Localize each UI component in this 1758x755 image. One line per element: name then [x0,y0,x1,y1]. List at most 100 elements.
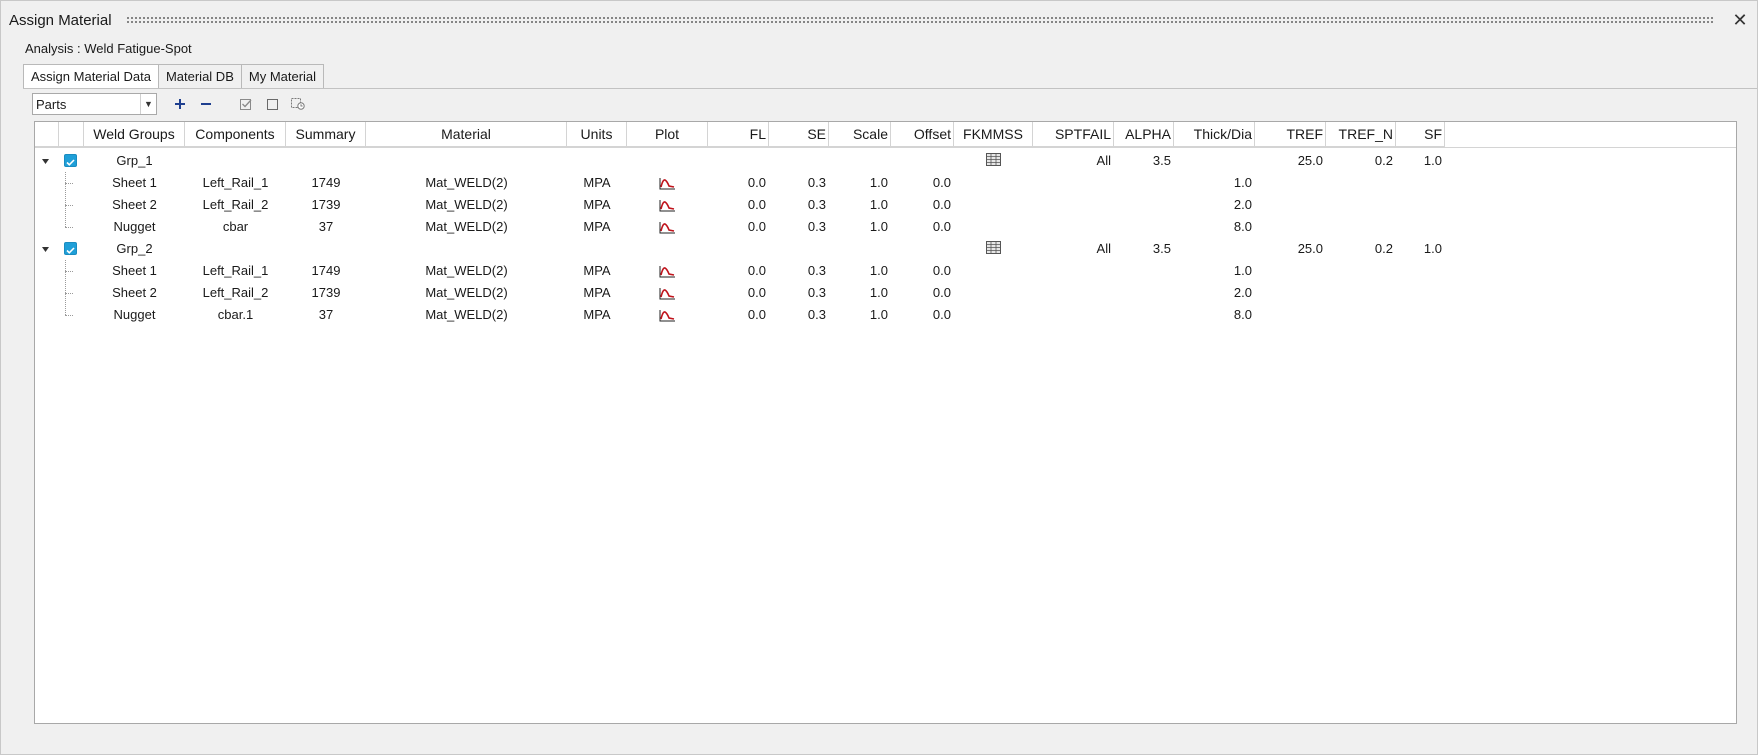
component-cell[interactable]: Left_Rail_2 [185,282,286,304]
component-cell[interactable]: Left_Rail_1 [185,172,286,194]
weld-name-cell[interactable]: Sheet 1 [84,260,185,282]
header-thick-dia[interactable]: Thick/Dia [1174,122,1255,147]
offset-cell[interactable]: 0.0 [891,194,954,216]
fl-cell[interactable]: 0.0 [708,260,769,282]
close-icon[interactable]: ✕ [1729,10,1751,31]
scale-cell[interactable]: 1.0 [829,304,891,326]
tref-n-cell[interactable]: 0.2 [1326,238,1396,260]
offset-cell[interactable]: 0.0 [891,282,954,304]
header-scale[interactable]: Scale [829,122,891,147]
header-se[interactable]: SE [769,122,829,147]
material-cell[interactable]: Mat_WELD(2) [366,282,567,304]
offset-cell[interactable]: 0.0 [891,304,954,326]
offset-cell[interactable]: 0.0 [891,216,954,238]
entity-type-select[interactable]: Parts ▼ [32,93,157,115]
header-alpha[interactable]: ALPHA [1114,122,1174,147]
units-cell[interactable]: MPA [567,216,627,238]
check-all-icon[interactable] [235,93,257,115]
se-cell[interactable]: 0.3 [769,260,829,282]
alpha-cell[interactable]: 3.5 [1114,150,1174,172]
scale-cell[interactable]: 1.0 [829,260,891,282]
units-cell[interactable]: MPA [567,194,627,216]
header-summary[interactable]: Summary [286,122,366,147]
material-cell[interactable]: Mat_WELD(2) [366,194,567,216]
thick-dia-cell[interactable]: 1.0 [1174,260,1255,282]
fl-cell[interactable]: 0.0 [708,304,769,326]
table-icon[interactable] [986,153,1001,166]
group-name[interactable]: Grp_2 [84,238,185,260]
header-components[interactable]: Components [185,122,286,147]
group-name[interactable]: Grp_1 [84,150,185,172]
header-offset[interactable]: Offset [891,122,954,147]
tab-assign-material-data[interactable]: Assign Material Data [23,64,159,89]
plus-icon[interactable] [169,93,191,115]
material-cell[interactable]: Mat_WELD(2) [366,260,567,282]
sn-curve-plot-icon[interactable] [659,265,675,278]
units-cell[interactable]: MPA [567,304,627,326]
sptfail-cell[interactable]: All [1033,150,1114,172]
weld-name-cell[interactable]: Nugget [84,304,185,326]
header-weld-groups[interactable]: Weld Groups [84,122,185,147]
fl-cell[interactable]: 0.0 [708,194,769,216]
material-cell[interactable]: Mat_WELD(2) [366,216,567,238]
offset-cell[interactable]: 0.0 [891,260,954,282]
header-material[interactable]: Material [366,122,567,147]
component-cell[interactable]: Left_Rail_2 [185,194,286,216]
thick-dia-cell[interactable]: 8.0 [1174,304,1255,326]
tab-my-material[interactable]: My Material [240,64,325,88]
units-cell[interactable]: MPA [567,260,627,282]
scale-cell[interactable]: 1.0 [829,216,891,238]
component-cell[interactable]: cbar [185,216,286,238]
thick-dia-cell[interactable]: 2.0 [1174,194,1255,216]
tref-cell[interactable]: 25.0 [1255,150,1326,172]
sn-curve-plot-icon[interactable] [659,221,675,234]
header-sf[interactable]: SF [1396,122,1445,147]
fl-cell[interactable]: 0.0 [708,216,769,238]
sn-curve-plot-icon[interactable] [659,177,675,190]
header-fkmmss[interactable]: FKMMSS [954,122,1033,147]
sn-curve-plot-icon[interactable] [659,287,675,300]
header-plot[interactable]: Plot [627,122,708,147]
se-cell[interactable]: 0.3 [769,282,829,304]
alpha-cell[interactable]: 3.5 [1114,238,1174,260]
collapse-arrow-icon[interactable] [39,238,51,260]
fl-cell[interactable]: 0.0 [708,282,769,304]
se-cell[interactable]: 0.3 [769,194,829,216]
header-fl[interactable]: FL [708,122,769,147]
uncheck-all-icon[interactable] [261,93,283,115]
title-bar[interactable]: Assign Material ✕ [1,1,1757,39]
header-sptfail[interactable]: SPTFAIL [1033,122,1114,147]
group-checkbox[interactable] [64,242,77,255]
component-cell[interactable]: cbar.1 [185,304,286,326]
tref-cell[interactable]: 25.0 [1255,238,1326,260]
tref-n-cell[interactable]: 0.2 [1326,150,1396,172]
weld-name-cell[interactable]: Sheet 2 [84,282,185,304]
drag-grip[interactable] [125,16,1715,24]
sn-curve-plot-icon[interactable] [659,309,675,322]
minus-icon[interactable] [195,93,217,115]
tab-material-db[interactable]: Material DB [157,64,242,88]
sf-cell[interactable]: 1.0 [1396,238,1445,260]
group-checkbox[interactable] [64,154,77,167]
header-units[interactable]: Units [567,122,627,147]
scale-cell[interactable]: 1.0 [829,194,891,216]
reset-icon[interactable] [287,93,309,115]
weld-name-cell[interactable]: Sheet 1 [84,172,185,194]
se-cell[interactable]: 0.3 [769,304,829,326]
sn-curve-plot-icon[interactable] [659,199,675,212]
header-tref-n[interactable]: TREF_N [1326,122,1396,147]
header-tref[interactable]: TREF [1255,122,1326,147]
material-cell[interactable]: Mat_WELD(2) [366,304,567,326]
sptfail-cell[interactable]: All [1033,238,1114,260]
thick-dia-cell[interactable]: 8.0 [1174,216,1255,238]
offset-cell[interactable]: 0.0 [891,172,954,194]
table-icon[interactable] [986,241,1001,254]
weld-name-cell[interactable]: Sheet 2 [84,194,185,216]
material-cell[interactable]: Mat_WELD(2) [366,172,567,194]
thick-dia-cell[interactable]: 1.0 [1174,172,1255,194]
units-cell[interactable]: MPA [567,172,627,194]
units-cell[interactable]: MPA [567,282,627,304]
collapse-arrow-icon[interactable] [39,150,51,172]
se-cell[interactable]: 0.3 [769,172,829,194]
fl-cell[interactable]: 0.0 [708,172,769,194]
